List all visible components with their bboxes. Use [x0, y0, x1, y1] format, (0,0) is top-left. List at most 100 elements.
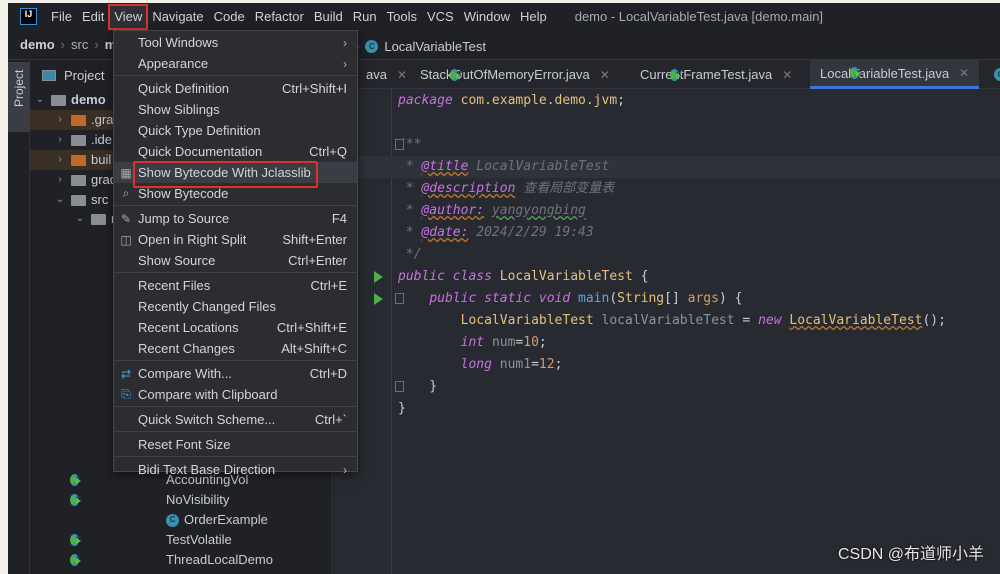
run-gutter-icon[interactable]: [374, 293, 383, 305]
menu-code[interactable]: Code: [210, 6, 249, 28]
bytecode-grid-icon: ▦: [120, 165, 132, 180]
menu-vcs[interactable]: VCS: [423, 6, 458, 28]
menu-item-quick-type-definition[interactable]: Quick Type Definition: [114, 120, 357, 141]
breadcrumb-item[interactable]: demo: [20, 37, 55, 52]
folder-icon: [71, 134, 86, 146]
menu-item-compare-with-clipboard[interactable]: ⎘ Compare with Clipboard: [114, 384, 357, 405]
code-token: LocalVariableTest: [460, 313, 594, 328]
close-tab-icon[interactable]: ✕: [959, 66, 969, 80]
menu-item-show-bytecode-with-jclasslib[interactable]: ▦ Show Bytecode With Jclasslib: [114, 161, 357, 188]
tree-item-class[interactable]: C ThreadLocalDemo: [30, 550, 332, 570]
menu-item-recent-changes[interactable]: Recent Changes Alt+Shift+C: [114, 338, 357, 359]
menu-item-shortcut: Alt+Shift+C: [281, 341, 347, 356]
tree-item-label: ThreadLocalDemo: [166, 552, 273, 567]
chevron-down-icon[interactable]: ⌄: [34, 90, 46, 110]
close-tab-icon[interactable]: ✕: [600, 68, 610, 82]
compare-clipboard-icon: ⎘: [121, 387, 131, 401]
java-class-icon: C: [850, 67, 862, 79]
chevron-right-icon[interactable]: ›: [54, 170, 66, 190]
code-line: int num=10;: [398, 332, 547, 354]
menu-item-quick-switch-scheme[interactable]: Quick Switch Scheme... Ctrl+`: [114, 409, 357, 430]
menu-item-label: Show Bytecode With Jclasslib: [138, 165, 311, 180]
tree-item-label: .gra: [91, 112, 114, 127]
code-token: args: [687, 291, 719, 306]
menu-build[interactable]: Build: [310, 6, 347, 28]
menu-item-shortcut: Ctrl+Q: [309, 144, 347, 159]
close-tab-icon[interactable]: ✕: [397, 68, 407, 82]
code-line: LocalVariableTest localVariableTest = ne…: [398, 310, 946, 332]
menu-run[interactable]: Run: [349, 6, 381, 28]
menu-item-reset-font-size[interactable]: Reset Font Size: [114, 434, 357, 455]
menu-help[interactable]: Help: [516, 6, 551, 28]
tab-ava[interactable]: ava ✕: [352, 60, 413, 89]
class-icon: C: [365, 40, 379, 53]
code-line: */: [398, 244, 422, 266]
menu-window[interactable]: Window: [460, 6, 514, 28]
tree-item-class[interactable]: C NoVisibility: [30, 490, 332, 510]
tab-stackoutofmemoryerror-java[interactable]: C StackOutOfMemoryError.java ✕: [410, 60, 620, 89]
code-token: String: [617, 291, 665, 306]
menu-view[interactable]: View: [108, 3, 149, 30]
chevron-right-icon[interactable]: ›: [54, 130, 66, 150]
menu-file[interactable]: File: [47, 6, 76, 28]
folder-icon: [51, 94, 66, 106]
menu-item-label: Recent Files: [138, 278, 211, 293]
menu-item-shortcut: Ctrl+Shift+E: [276, 320, 347, 335]
menu-item-bidi-text-base-direction[interactable]: Bidi Text Base Direction ›: [114, 459, 357, 480]
menu-item-open-in-right-split[interactable]: ◫ Open in Right Split Shift+Enter: [114, 229, 357, 250]
menu-item-quick-definition[interactable]: Quick Definition Ctrl+Shift+I: [114, 78, 357, 99]
menu-item-appearance[interactable]: Appearance ›: [114, 53, 357, 74]
code-token: public class: [398, 269, 500, 284]
code-token: }: [398, 401, 406, 416]
code-token: ;: [617, 93, 625, 108]
menu-item-tool-windows[interactable]: Tool Windows ›: [114, 32, 357, 53]
chevron-down-icon[interactable]: ⌄: [54, 190, 66, 210]
tree-item-class[interactable]: C TestVolatile: [30, 530, 332, 550]
menu-item-recent-files[interactable]: Recent Files Ctrl+E: [114, 275, 357, 296]
breadcrumb-separator: ›: [94, 37, 99, 52]
code-token: main: [578, 291, 610, 306]
fold-marker-icon[interactable]: [395, 381, 404, 392]
menu-item-shortcut: Ctrl+Enter: [288, 253, 347, 268]
menu-tools[interactable]: Tools: [383, 6, 421, 28]
tab-currentframetest-java[interactable]: C CurrentFrameTest.java ✕: [630, 60, 802, 89]
menu-refactor[interactable]: Refactor: [251, 6, 308, 28]
java-class-icon: C: [70, 554, 82, 566]
code-token: *: [398, 181, 422, 196]
folder-icon: [71, 114, 86, 126]
run-gutter-icon[interactable]: [374, 271, 383, 283]
menu-item-compare-with[interactable]: ⇄ Compare With... Ctrl+D: [114, 363, 357, 384]
menu-item-shortcut: Ctrl+Shift+I: [281, 81, 347, 96]
chevron-right-icon[interactable]: ›: [54, 150, 66, 170]
menu-navigate[interactable]: Navigate: [148, 6, 207, 28]
menu-item-recent-locations[interactable]: Recent Locations Ctrl+Shift+E: [114, 317, 357, 338]
java-class-icon: C: [70, 494, 82, 506]
breadcrumb-item[interactable]: src: [71, 37, 88, 52]
close-tab-icon[interactable]: ✕: [782, 68, 792, 82]
code-line: * @author: yangyongbing: [398, 200, 586, 222]
tab-overflow[interactable]: C: [988, 60, 1000, 89]
tree-item-label: .ide: [91, 132, 112, 147]
menu-edit[interactable]: Edit: [78, 6, 108, 28]
fold-marker-icon[interactable]: [395, 139, 404, 150]
tree-item-label: demo: [71, 92, 106, 107]
code-token: @title: [421, 159, 469, 174]
chevron-right-icon[interactable]: ›: [54, 110, 66, 130]
code-token: ;: [538, 335, 547, 350]
fold-marker-icon[interactable]: [395, 293, 404, 304]
menu-item-jump-to-source[interactable]: ✎ Jump to Source F4: [114, 208, 357, 229]
tree-item-class[interactable]: C OrderExample: [30, 510, 332, 530]
menu-item-show-bytecode[interactable]: ⌕ Show Bytecode: [114, 183, 357, 204]
code-token: (: [609, 291, 618, 306]
breadcrumb-class[interactable]: ›CLocalVariableTest: [355, 39, 486, 54]
code-token: =: [742, 313, 759, 328]
menu-item-quick-documentation[interactable]: Quick Documentation Ctrl+Q: [114, 141, 357, 162]
menu-item-recently-changed-files[interactable]: Recently Changed Files: [114, 296, 357, 317]
menu-item-show-siblings[interactable]: Show Siblings: [114, 99, 357, 120]
menu-item-show-source[interactable]: Show Source Ctrl+Enter: [114, 250, 357, 271]
code-token: */: [398, 247, 422, 262]
tab-localvariabletest-java[interactable]: C LocalVariableTest.java ✕: [810, 60, 980, 89]
code-token: LocalVariableTest: [468, 159, 610, 174]
chevron-down-icon[interactable]: ⌄: [74, 209, 86, 229]
project-tool-window-button[interactable]: Project: [8, 62, 30, 132]
